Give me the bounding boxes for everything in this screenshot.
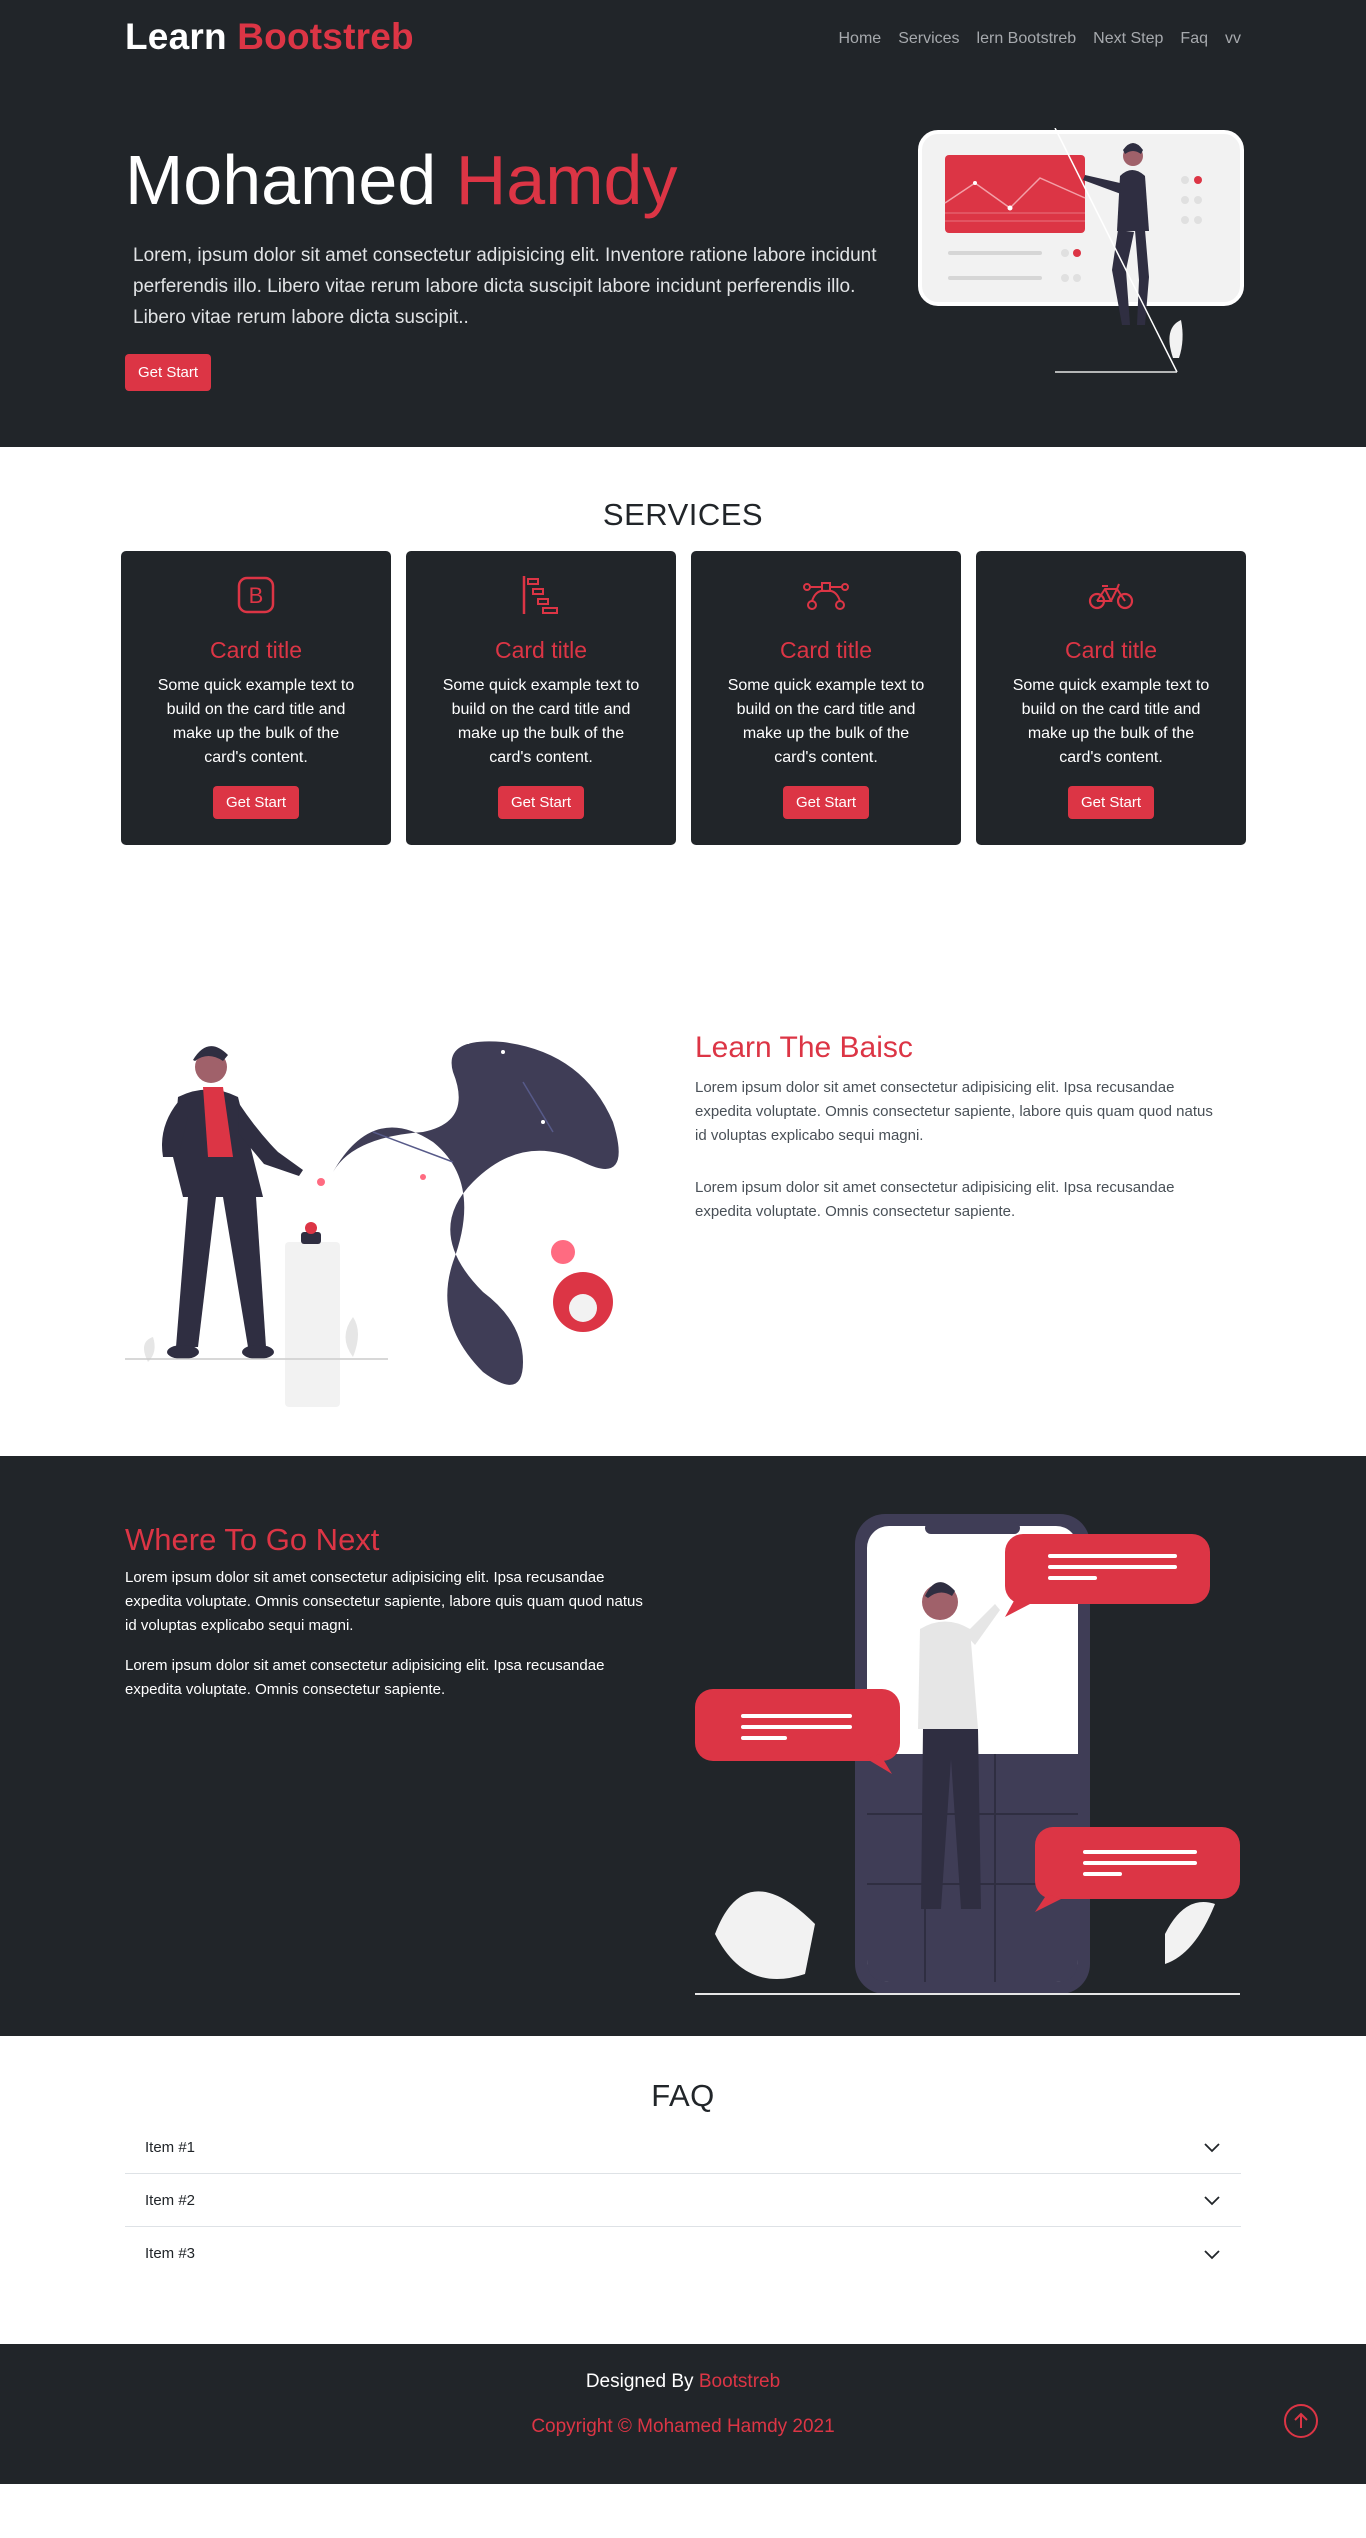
hero-text: Lorem, ipsum dolor sit amet consectetur … <box>133 245 877 328</box>
scroll-to-top-button[interactable] <box>1284 2404 1318 2438</box>
accordion-item-3[interactable]: Item #3 <box>125 2227 1241 2280</box>
services-cards: B Card title Some quick example text to … <box>121 551 1246 845</box>
card-text: Some quick example text to build on the … <box>442 677 640 766</box>
hero-title-second: Hamdy <box>455 141 678 219</box>
nav-link-learn[interactable]: lern Bootstreb <box>977 30 1077 48</box>
faq-accordion: Item #1 Item #2 Item #3 <box>125 2121 1241 2280</box>
chevron-down-icon <box>1204 2196 1220 2206</box>
chevron-down-icon <box>1204 2249 1220 2259</box>
designed-by: Designed By Bootstreb <box>0 2371 1366 2393</box>
card-get-start-button[interactable]: Get Start <box>782 786 870 819</box>
accordion-item-label: Item #3 <box>145 2245 196 2262</box>
learn-title: Learn The Baisc <box>695 1031 913 1064</box>
nav-link-next-step[interactable]: Next Step <box>1093 30 1163 48</box>
card-get-start-button[interactable]: Get Start <box>1067 786 1155 819</box>
navbar: Learn Bootstreb Home Services lern Boots… <box>125 0 1241 80</box>
card-title: Card title <box>494 637 588 663</box>
learn-paragraph: Lorem ipsum dolor sit amet consectetur a… <box>695 1079 1213 1144</box>
hero-get-start-button[interactable]: Get Start <box>125 354 212 391</box>
nav-link-services[interactable]: Services <box>898 30 959 48</box>
accordion-item-2[interactable]: Item #2 <box>125 2174 1241 2227</box>
services-title: SERVICES <box>602 497 764 532</box>
designed-by-label: Designed By <box>585 2371 694 2392</box>
card-text: Some quick example text to build on the … <box>157 677 355 766</box>
chat-phone-illustration <box>695 1514 1240 1995</box>
next-section: Where To Go Next Lorem ipsum dolor sit a… <box>0 1456 1366 2036</box>
nav-link-home[interactable]: Home <box>839 30 882 48</box>
learn-section: Learn The Baisc Lorem ipsum dolor sit am… <box>0 920 1366 1456</box>
brand-logo[interactable]: Learn Bootstreb <box>125 16 414 58</box>
nav-link-faq[interactable]: Faq <box>1180 30 1208 48</box>
brand-first: Learn <box>125 16 227 57</box>
service-card: Card title Some quick example text to bu… <box>406 551 676 845</box>
accordion-item-label: Item #2 <box>145 2191 196 2209</box>
bicycle-icon <box>976 573 1246 617</box>
copyright: Copyright © Mohamed Hamdy 2021 <box>531 2416 835 2437</box>
hero-section: Learn Bootstreb Home Services lern Boots… <box>0 0 1366 447</box>
arrow-up-icon <box>1294 2412 1308 2428</box>
service-card: B Card title Some quick example text to … <box>121 551 391 845</box>
bootstrap-icon: B <box>121 573 391 617</box>
card-title: Card title <box>209 637 303 663</box>
svg-text:B: B <box>249 583 264 608</box>
service-card: Card title Some quick example text to bu… <box>691 551 961 845</box>
service-card: Card title Some quick example text to bu… <box>976 551 1246 845</box>
faq-section: FAQ Item #1 Item #2 Item #3 <box>0 2036 1366 2344</box>
bar-chart-steps-icon <box>406 573 676 617</box>
nav-link-vv[interactable]: vv <box>1225 30 1241 48</box>
card-text: Some quick example text to build on the … <box>1012 677 1210 766</box>
next-paragraph: Lorem ipsum dolor sit amet consectetur a… <box>125 1569 643 1634</box>
bezier-icon <box>691 573 961 617</box>
presentation-illustration <box>918 128 1244 373</box>
hero-title: Mohamed Hamdy <box>125 140 677 220</box>
card-text: Some quick example text to build on the … <box>727 677 925 766</box>
services-section: SERVICES B Card title Some quick example… <box>0 447 1366 920</box>
footer: Designed By Bootstreb Copyright © Mohame… <box>0 2344 1366 2484</box>
faq-title: FAQ <box>651 2078 715 2113</box>
next-paragraph: Lorem ipsum dolor sit amet consectetur a… <box>125 1657 605 1698</box>
brand-second: Bootstreb <box>237 16 414 57</box>
accordion-item-label: Item #1 <box>145 2138 196 2156</box>
hero-title-first: Mohamed <box>125 141 437 219</box>
accordion-item-1[interactable]: Item #1 <box>125 2121 1241 2174</box>
card-get-start-button[interactable]: Get Start <box>497 786 585 819</box>
card-title: Card title <box>1064 637 1158 663</box>
nav-menu: Home Services lern Bootstreb Next Step F… <box>839 30 1242 48</box>
chevron-down-icon <box>1204 2143 1220 2153</box>
card-title: Card title <box>779 637 873 663</box>
next-title: Where To Go Next <box>125 1522 380 1557</box>
learn-paragraph: Lorem ipsum dolor sit amet consectetur a… <box>695 1179 1175 1220</box>
card-get-start-button[interactable]: Get Start <box>212 786 300 819</box>
space-illustration <box>125 1040 625 1407</box>
designed-by-link[interactable]: Bootstreb <box>699 2371 780 2392</box>
